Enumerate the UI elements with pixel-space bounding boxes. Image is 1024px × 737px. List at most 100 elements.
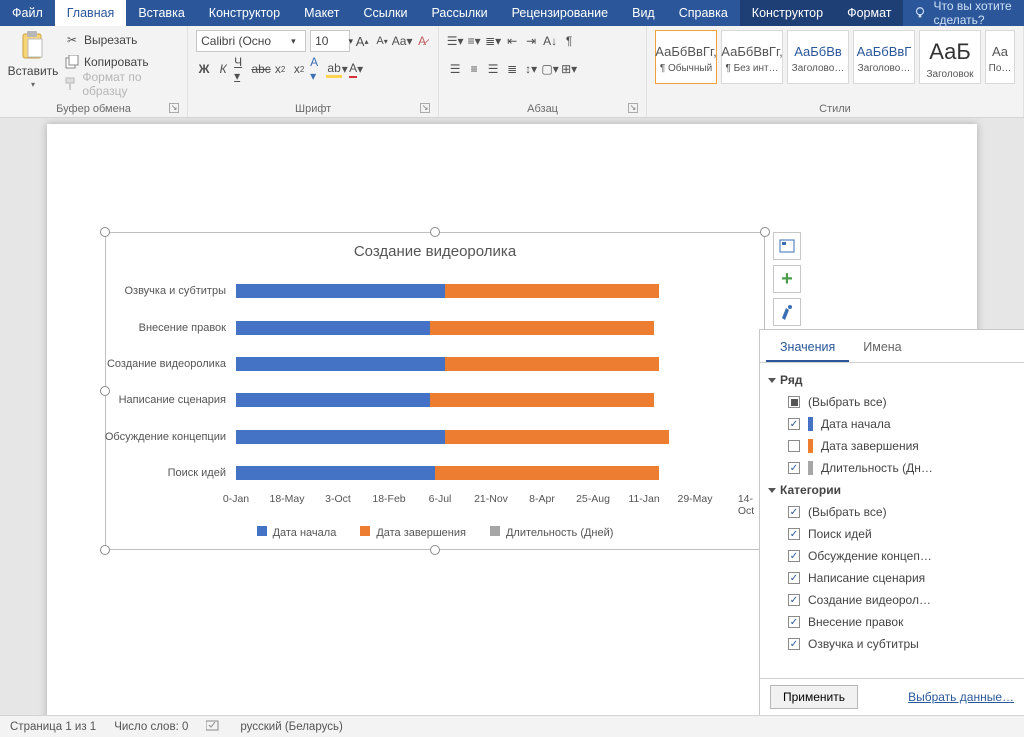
align-right-button[interactable]: ☰ xyxy=(485,61,501,77)
filter-tab-values[interactable]: Значения xyxy=(766,334,849,362)
paragraph-launcher[interactable]: ↘ xyxy=(628,103,638,113)
checkbox[interactable]: ✓ xyxy=(788,572,800,584)
subscript-button[interactable]: x2 xyxy=(272,61,288,77)
grow-font-button[interactable]: A▴ xyxy=(354,33,370,49)
font-launcher[interactable]: ↘ xyxy=(420,103,430,113)
chart-legend[interactable]: Дата начала Дата завершения Длительность… xyxy=(106,526,764,539)
chart-bar[interactable] xyxy=(236,284,746,298)
tab-layout[interactable]: Макет xyxy=(292,0,351,26)
chart-bar[interactable] xyxy=(236,321,746,335)
tab-file[interactable]: Файл xyxy=(0,0,55,26)
status-page[interactable]: Страница 1 из 1 xyxy=(10,721,96,733)
chart-bar[interactable] xyxy=(236,357,746,371)
chart-bar-segment[interactable] xyxy=(430,393,654,407)
style-title[interactable]: АаБЗаголовок xyxy=(919,30,981,84)
checkbox[interactable]: ✓ xyxy=(788,506,800,518)
decrease-indent-button[interactable]: ⇤ xyxy=(504,33,520,49)
checkbox[interactable] xyxy=(788,440,800,452)
chart-object[interactable]: Создание видеоролика Озвучка и субтитрыВ… xyxy=(105,232,765,550)
filter-series-item[interactable]: Дата завершения xyxy=(766,435,1018,457)
checkbox[interactable]: ✓ xyxy=(788,418,800,430)
clipboard-launcher[interactable]: ↘ xyxy=(169,103,179,113)
filter-category-item[interactable]: ✓Обсуждение концеп… xyxy=(766,545,1018,567)
filter-series-item[interactable]: ✓Дата начала xyxy=(766,413,1018,435)
text-effects-button[interactable]: A ▾ xyxy=(310,61,326,77)
legend-item[interactable]: Дата начала xyxy=(257,526,337,539)
tab-review[interactable]: Рецензирование xyxy=(500,0,621,26)
filter-tab-names[interactable]: Имена xyxy=(849,334,915,362)
tab-design[interactable]: Конструктор xyxy=(197,0,292,26)
legend-item[interactable]: Дата завершения xyxy=(360,526,466,539)
sort-button[interactable]: A↓ xyxy=(542,33,558,49)
filter-category-item[interactable]: ✓(Выбрать все) xyxy=(766,501,1018,523)
select-data-link[interactable]: Выбрать данные… xyxy=(908,690,1014,704)
checkbox[interactable] xyxy=(788,396,800,408)
tab-chart-design[interactable]: Конструктор xyxy=(740,0,835,26)
filter-category-item[interactable]: ✓Озвучка и субтитры xyxy=(766,633,1018,655)
shrink-font-button[interactable]: A▾ xyxy=(374,33,390,49)
resize-handle[interactable] xyxy=(100,545,110,555)
paste-button[interactable]: Вставить ▾ xyxy=(8,30,58,89)
filter-series-item[interactable]: (Выбрать все) xyxy=(766,391,1018,413)
status-word-count[interactable]: Число слов: 0 xyxy=(114,721,188,733)
bullets-button[interactable]: ☰▾ xyxy=(447,33,463,49)
checkbox[interactable]: ✓ xyxy=(788,638,800,650)
tab-insert[interactable]: Вставка xyxy=(126,0,196,26)
chart-bar-segment[interactable] xyxy=(435,466,659,480)
filter-category-item[interactable]: ✓Написание сценария xyxy=(766,567,1018,589)
multilevel-button[interactable]: ≣▾ xyxy=(485,33,501,49)
checkbox[interactable]: ✓ xyxy=(788,594,800,606)
tab-home[interactable]: Главная xyxy=(55,0,127,26)
chart-bar-segment[interactable] xyxy=(236,430,445,444)
chart-bar[interactable] xyxy=(236,430,746,444)
tab-help[interactable]: Справка xyxy=(667,0,740,26)
filter-categories-header[interactable]: Категории xyxy=(766,479,1018,501)
checkbox[interactable]: ✓ xyxy=(788,550,800,562)
chart-bar-segment[interactable] xyxy=(445,430,669,444)
chart-title[interactable]: Создание видеоролика xyxy=(106,233,764,266)
underline-button[interactable]: Ч ▾ xyxy=(234,61,250,77)
filter-category-item[interactable]: ✓Внесение правок xyxy=(766,611,1018,633)
chart-plot-area[interactable] xyxy=(236,273,746,489)
chart-elements-button[interactable]: + xyxy=(773,265,801,293)
legend-item[interactable]: Длительность (Дней) xyxy=(490,526,613,539)
chart-bar-segment[interactable] xyxy=(236,284,445,298)
align-center-button[interactable]: ≡ xyxy=(466,61,482,77)
layout-options-button[interactable] xyxy=(773,232,801,260)
tab-chart-format[interactable]: Формат xyxy=(835,0,903,26)
align-left-button[interactable]: ☰ xyxy=(447,61,463,77)
show-marks-button[interactable]: ¶ xyxy=(561,33,577,49)
bold-button[interactable]: Ж xyxy=(196,61,212,77)
style-heading1[interactable]: АаБбВвЗаголово… xyxy=(787,30,849,84)
increase-indent-button[interactable]: ⇥ xyxy=(523,33,539,49)
resize-handle[interactable] xyxy=(430,227,440,237)
cut-button[interactable]: ✂ Вырезать xyxy=(64,30,179,50)
checkbox[interactable]: ✓ xyxy=(788,528,800,540)
chart-bar-segment[interactable] xyxy=(445,284,659,298)
highlight-button[interactable]: ab▾ xyxy=(329,61,345,77)
italic-button[interactable]: К xyxy=(215,61,231,77)
filter-category-item[interactable]: ✓Поиск идей xyxy=(766,523,1018,545)
change-case-button[interactable]: Aa▾ xyxy=(394,33,410,49)
status-language[interactable]: русский (Беларусь) xyxy=(240,721,342,733)
chart-bar-segment[interactable] xyxy=(430,321,654,335)
tab-view[interactable]: Вид xyxy=(620,0,667,26)
style-no-spacing[interactable]: АаБбВвГг,¶ Без инт… xyxy=(721,30,783,84)
chart-bar[interactable] xyxy=(236,466,746,480)
filter-series-header[interactable]: Ряд xyxy=(766,369,1018,391)
line-spacing-button[interactable]: ↕▾ xyxy=(523,61,539,77)
chart-bar-segment[interactable] xyxy=(236,321,430,335)
font-color-button[interactable]: A▾ xyxy=(348,61,364,77)
checkbox[interactable]: ✓ xyxy=(788,616,800,628)
chart-bar-segment[interactable] xyxy=(236,393,430,407)
chart-bar-segment[interactable] xyxy=(236,357,445,371)
chart-bar-segment[interactable] xyxy=(445,357,659,371)
style-heading2[interactable]: АаБбВвГЗаголово… xyxy=(853,30,915,84)
checkbox[interactable]: ✓ xyxy=(788,462,800,474)
resize-handle[interactable] xyxy=(760,227,770,237)
filter-series-item[interactable]: ✓Длительность (Дн… xyxy=(766,457,1018,479)
format-painter-button[interactable]: Формат по образцу xyxy=(64,74,179,94)
chart-bar[interactable] xyxy=(236,393,746,407)
tab-references[interactable]: Ссылки xyxy=(351,0,419,26)
spellcheck-icon[interactable] xyxy=(206,719,222,734)
